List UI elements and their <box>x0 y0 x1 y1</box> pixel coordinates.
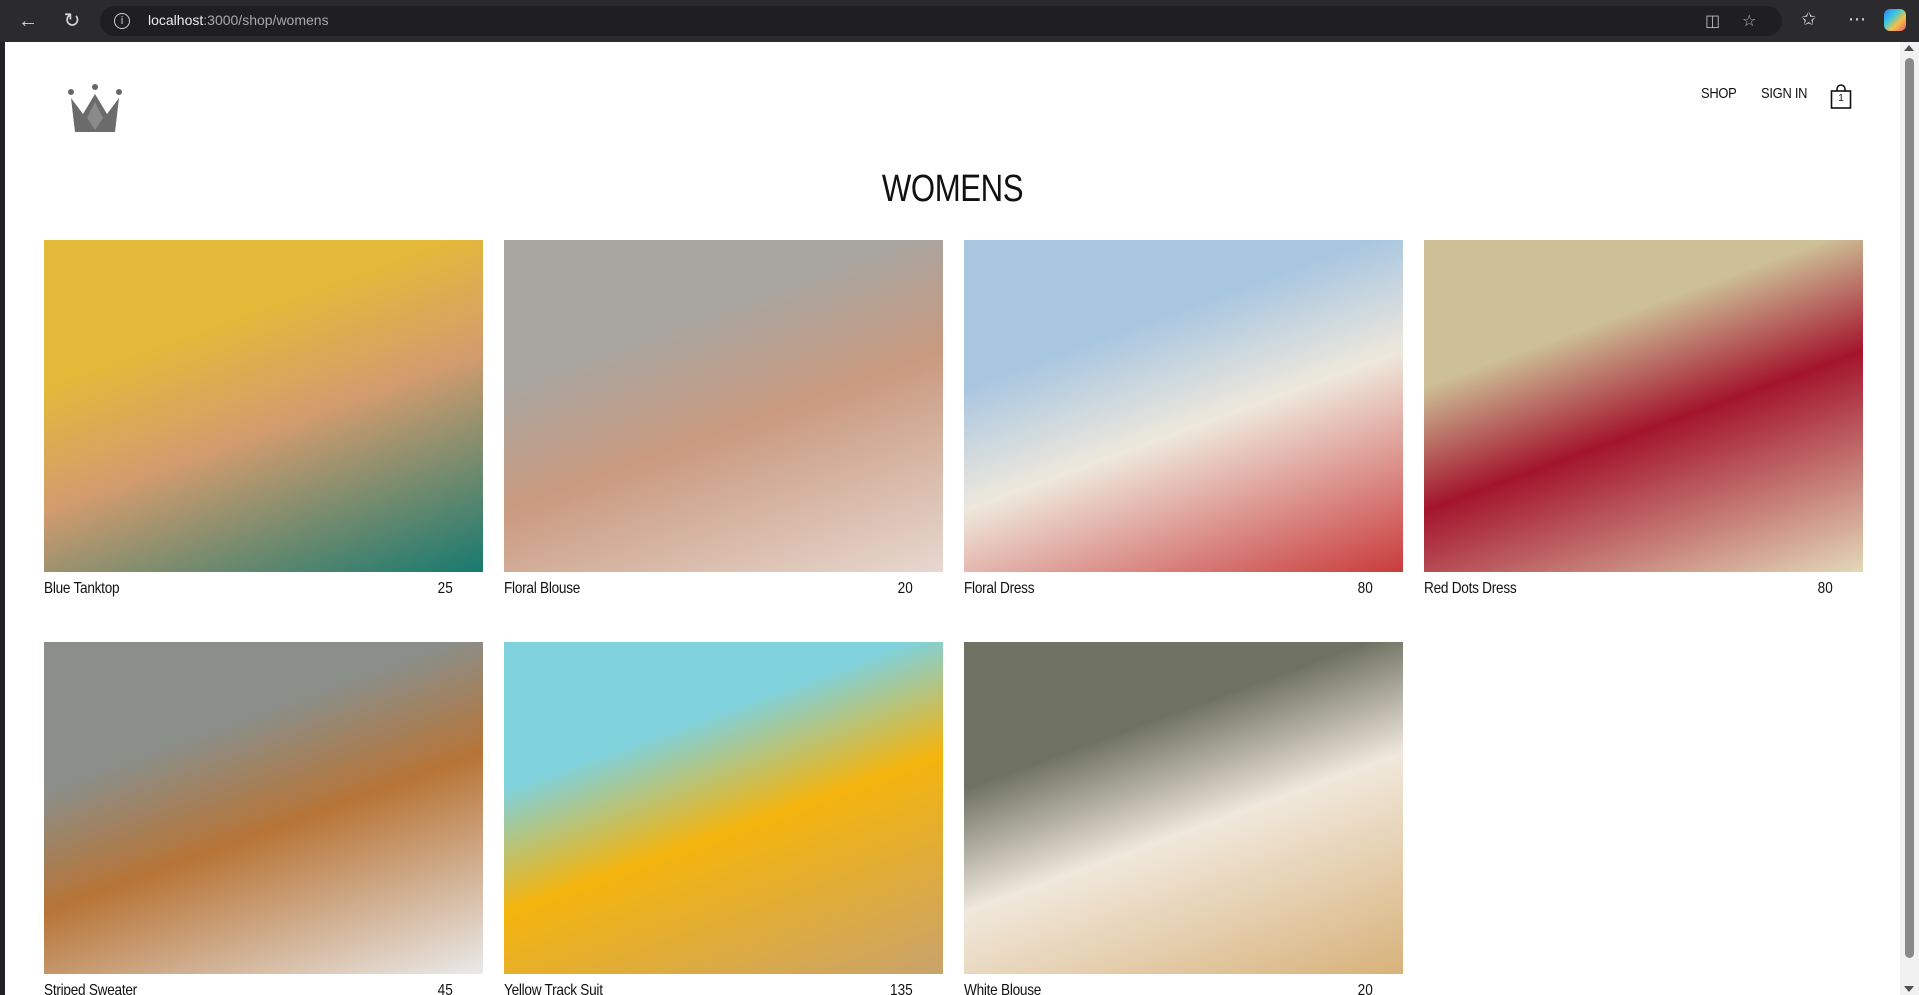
page-viewport: SHOP SIGN IN 1 WOMENS Blue Tanktop 25 Fl… <box>5 42 1900 995</box>
product-price: 45 <box>437 982 453 995</box>
page-title: WOMENS <box>881 168 1024 210</box>
url-host: localhost <box>148 12 204 28</box>
product-price: 20 <box>897 580 913 597</box>
product-footer: Floral Blouse 20 <box>504 572 943 602</box>
info-icon[interactable]: i <box>114 13 130 29</box>
cart-count: 1 <box>1838 93 1844 104</box>
product-name: Red Dots Dress <box>1424 580 1517 597</box>
scrollbar-thumb[interactable] <box>1905 58 1914 958</box>
product-name: Floral Blouse <box>504 580 581 597</box>
product-card[interactable]: White Blouse 20 <box>964 642 1403 995</box>
product-price: 25 <box>437 580 453 597</box>
product-image[interactable] <box>44 240 483 572</box>
product-image[interactable] <box>1424 240 1863 572</box>
product-footer: Floral Dress 80 <box>964 572 1403 602</box>
app-available-icon[interactable]: ◫ <box>1705 11 1720 30</box>
more-options-icon[interactable]: ⋯ <box>1848 9 1866 30</box>
product-image[interactable] <box>964 642 1403 974</box>
back-arrow-icon[interactable]: ← <box>16 9 40 33</box>
product-footer: Blue Tanktop 25 <box>44 572 483 602</box>
scroll-up-icon[interactable] <box>1904 45 1914 51</box>
crown-icon[interactable] <box>67 84 123 134</box>
product-name: White Blouse <box>964 982 1042 995</box>
product-price: 80 <box>1357 580 1373 597</box>
product-image[interactable] <box>504 240 943 572</box>
product-image[interactable] <box>44 642 483 974</box>
scroll-down-icon[interactable] <box>1904 986 1914 992</box>
product-footer: White Blouse 20 <box>964 974 1403 995</box>
product-card[interactable]: Floral Blouse 20 <box>504 240 943 602</box>
cart-button[interactable]: 1 <box>1829 84 1853 110</box>
address-bar[interactable]: i localhost:3000/shop/womens ◫ ☆ <box>100 6 1782 36</box>
product-name: Yellow Track Suit <box>504 982 603 995</box>
product-card[interactable]: Striped Sweater 45 <box>44 642 483 995</box>
product-footer: Red Dots Dress 80 <box>1424 572 1863 602</box>
product-image[interactable] <box>964 240 1403 572</box>
nav-sign-in-link[interactable]: SIGN IN <box>1761 85 1807 102</box>
product-price: 80 <box>1817 580 1833 597</box>
reload-icon[interactable]: ↻ <box>60 9 84 33</box>
product-card[interactable]: Floral Dress 80 <box>964 240 1403 602</box>
product-name: Floral Dress <box>964 580 1035 597</box>
vertical-scrollbar[interactable] <box>1900 42 1919 995</box>
nav-shop-link[interactable]: SHOP <box>1701 85 1737 102</box>
product-name: Striped Sweater <box>44 982 137 995</box>
product-card[interactable]: Yellow Track Suit 135 <box>504 642 943 995</box>
favorites-icon[interactable]: ✩ <box>1801 9 1816 30</box>
product-name: Blue Tanktop <box>44 580 120 597</box>
copilot-icon[interactable] <box>1884 9 1906 31</box>
favorite-star-icon[interactable]: ☆ <box>1742 11 1756 30</box>
product-footer: Striped Sweater 45 <box>44 974 483 995</box>
product-price: 135 <box>890 982 913 995</box>
product-card[interactable]: Red Dots Dress 80 <box>1424 240 1863 602</box>
product-price: 20 <box>1357 982 1373 995</box>
product-card[interactable]: Blue Tanktop 25 <box>44 240 483 602</box>
browser-toolbar: ← ↻ i localhost:3000/shop/womens ◫ ☆ ✩ ⋯ <box>0 0 1919 42</box>
product-footer: Yellow Track Suit 135 <box>504 974 943 995</box>
product-image[interactable] <box>504 642 943 974</box>
url-path: :3000/shop/womens <box>203 12 329 28</box>
url-text[interactable]: localhost:3000/shop/womens <box>148 12 329 28</box>
